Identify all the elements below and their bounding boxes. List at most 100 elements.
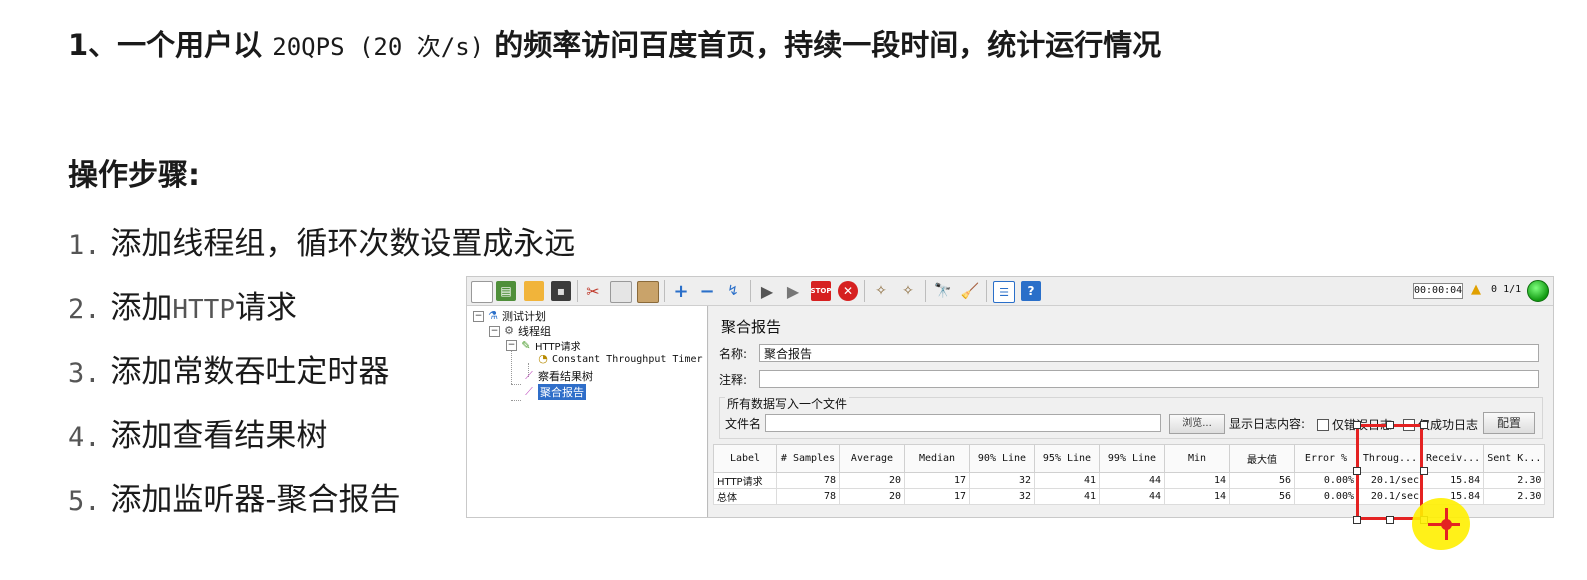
step-text: 添加查看结果树 bbox=[110, 418, 328, 454]
toggle-icon[interactable]: ↯ bbox=[723, 281, 743, 301]
tree-line bbox=[511, 384, 521, 385]
tree-node-http-request[interactable]: − ✎ HTTP请求 bbox=[506, 338, 581, 353]
collapse-toggle-icon[interactable]: − bbox=[489, 325, 500, 337]
tree-node-label: 测试计划 bbox=[502, 310, 546, 323]
column-header[interactable]: Sent K... bbox=[1483, 444, 1546, 473]
step-number: 4. bbox=[68, 422, 101, 453]
heading-qps: 20QPS (20 次/s) bbox=[272, 33, 485, 61]
name-field[interactable]: 聚合报告 bbox=[759, 344, 1539, 362]
tree-node-aggregate-report[interactable]: ⟋ 聚合报告 bbox=[523, 384, 586, 400]
step-text-mono: HTTP bbox=[172, 295, 235, 325]
resize-handle[interactable] bbox=[1353, 516, 1361, 524]
copy-icon[interactable] bbox=[610, 281, 632, 303]
flask-icon: ⚗ bbox=[488, 309, 498, 322]
step-3: 3. 添加常数吞吐定时器 bbox=[68, 346, 389, 391]
collapse-toggle-icon[interactable]: − bbox=[506, 340, 517, 351]
tree-node-thread-group[interactable]: − ⚙ 线程组 bbox=[489, 323, 551, 339]
file-group-title: 所有数据写入一个文件 bbox=[725, 395, 850, 412]
column-header[interactable]: 99% Line bbox=[1099, 444, 1165, 473]
resize-handle[interactable] bbox=[1420, 467, 1428, 475]
column-header[interactable]: 95% Line bbox=[1034, 444, 1100, 473]
step-text: 添加监听器-聚合报告 bbox=[110, 482, 401, 518]
step-text: 添加线程组，循环次数设置成永远 bbox=[110, 226, 576, 262]
step-text: 添加 bbox=[110, 290, 173, 326]
table-cell: 0.00% bbox=[1294, 488, 1358, 505]
status-counts: 0 1/1 bbox=[1491, 284, 1521, 295]
table-cell: 总体 bbox=[713, 488, 777, 505]
reset-search-icon[interactable]: 🧹 bbox=[960, 281, 980, 301]
templates-icon[interactable]: ▤ bbox=[496, 281, 516, 301]
browse-button[interactable]: 浏览... bbox=[1169, 414, 1225, 434]
table-cell: 0.00% bbox=[1294, 472, 1358, 489]
start-icon[interactable]: ▶ bbox=[757, 281, 777, 301]
table-cell: 15.84 bbox=[1421, 472, 1485, 489]
step-number: 5. bbox=[68, 486, 101, 517]
start-no-pause-icon[interactable]: ▶ bbox=[783, 281, 803, 301]
clear-all-icon[interactable]: ✧ bbox=[898, 281, 918, 301]
column-header[interactable]: 最大值 bbox=[1229, 444, 1295, 473]
column-header[interactable]: 90% Line bbox=[969, 444, 1035, 473]
tree-node-label: HTTP请求 bbox=[535, 342, 581, 353]
resize-handle[interactable] bbox=[1386, 421, 1394, 429]
paste-icon[interactable] bbox=[637, 281, 659, 303]
tree-node-throughput-timer[interactable]: ◔ Constant Throughput Timer bbox=[537, 352, 702, 365]
cut-icon[interactable]: ✂ bbox=[583, 281, 603, 301]
resize-handle[interactable] bbox=[1353, 421, 1361, 429]
step-2: 2. 添加HTTP请求 bbox=[68, 282, 297, 327]
column-header[interactable]: Error % bbox=[1294, 444, 1358, 473]
table-cell: HTTP请求 bbox=[713, 472, 777, 489]
comment-field[interactable] bbox=[759, 370, 1539, 388]
step-number: 1. bbox=[68, 230, 101, 261]
column-header[interactable]: Min bbox=[1164, 444, 1230, 473]
column-header[interactable]: Average bbox=[839, 444, 905, 473]
warning-icon[interactable]: ▲ bbox=[1471, 282, 1481, 297]
slide-heading: 1、一个用户以 20QPS (20 次/s) 的频率访问百度首页，持续一段时间，… bbox=[68, 22, 1161, 64]
toolbar: ▤ ▪ ✂ + − ↯ ▶ ▶ STOP ✕ ✧ ✧ 🔭 🧹 ☰ ? 00:00… bbox=[467, 277, 1553, 306]
save-icon[interactable]: ▪ bbox=[551, 281, 571, 301]
toolbar-separator bbox=[986, 280, 987, 302]
tree-node-test-plan[interactable]: − ⚗ 测试计划 bbox=[473, 308, 546, 324]
table-cell: 56 bbox=[1229, 488, 1295, 505]
toolbar-separator bbox=[577, 280, 578, 302]
checkbox-box[interactable] bbox=[1317, 418, 1329, 431]
column-header[interactable]: Receiv... bbox=[1421, 444, 1485, 473]
resize-handle[interactable] bbox=[1386, 516, 1394, 524]
stop-icon[interactable]: STOP bbox=[811, 281, 831, 301]
column-header[interactable]: Label bbox=[713, 444, 777, 473]
table-cell: 32 bbox=[969, 472, 1035, 489]
column-header[interactable]: Median bbox=[904, 444, 970, 473]
new-icon[interactable] bbox=[471, 281, 493, 303]
expand-icon[interactable]: + bbox=[671, 281, 691, 302]
steps-title: 操作步骤: bbox=[68, 158, 200, 193]
gear-icon: ⚙ bbox=[504, 324, 514, 337]
shutdown-icon[interactable]: ✕ bbox=[838, 281, 858, 301]
column-header[interactable]: # Samples bbox=[776, 444, 840, 473]
timer-icon: ◔ bbox=[538, 352, 548, 365]
test-plan-tree: − ⚗ 测试计划 − ⚙ 线程组 − ✎ HTTP请求 ◔ Constant T… bbox=[467, 306, 708, 517]
panel-title: 聚合报告 bbox=[721, 318, 782, 336]
heading-suffix: 的频率访问百度首页，持续一段时间，统计运行情况 bbox=[484, 28, 1162, 62]
table-cell: 14 bbox=[1164, 488, 1230, 505]
step-text-suffix: 请求 bbox=[235, 290, 297, 326]
tree-node-view-results-tree[interactable]: ⟋ 察看结果树 bbox=[523, 368, 593, 384]
help-icon[interactable]: ? bbox=[1021, 281, 1041, 301]
table-cell: 14 bbox=[1164, 472, 1230, 489]
tree-node-label: 线程组 bbox=[518, 325, 551, 338]
search-icon[interactable]: 🔭 bbox=[933, 281, 953, 301]
configure-button[interactable]: 配置 bbox=[1483, 412, 1535, 434]
open-icon[interactable] bbox=[524, 281, 544, 301]
collapse-toggle-icon[interactable]: − bbox=[473, 310, 484, 322]
clear-icon[interactable]: ✧ bbox=[871, 281, 891, 301]
function-helper-icon[interactable]: ☰ bbox=[993, 281, 1015, 303]
tree-line bbox=[511, 400, 521, 401]
tree-line bbox=[511, 348, 512, 384]
warning-count: 0 bbox=[1491, 284, 1498, 295]
collapse-icon[interactable]: − bbox=[697, 281, 717, 302]
resize-handle[interactable] bbox=[1353, 467, 1361, 475]
filename-input[interactable] bbox=[765, 414, 1161, 432]
step-4: 4. 添加查看结果树 bbox=[68, 410, 327, 455]
step-number: 3. bbox=[68, 358, 101, 389]
step-1: 1. 添加线程组，循环次数设置成永远 bbox=[68, 218, 575, 263]
resize-handle[interactable] bbox=[1420, 421, 1428, 429]
comment-label: 注释: bbox=[719, 372, 748, 387]
